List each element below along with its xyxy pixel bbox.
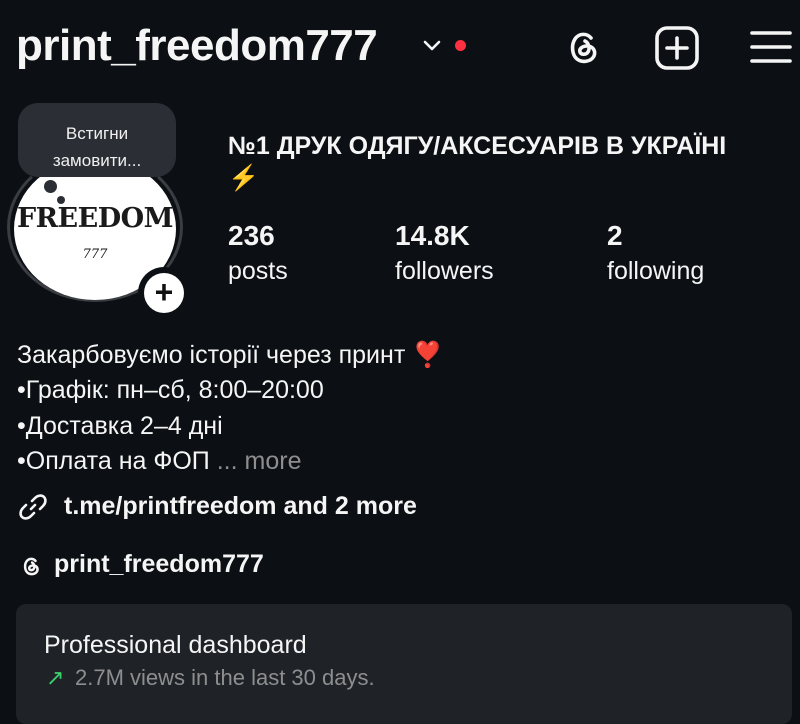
bio-line-text: •Оплата на ФОП xyxy=(17,447,210,475)
threads-icon[interactable] xyxy=(560,24,606,70)
bio-line: •Оплата на ФОП ... more xyxy=(17,444,302,478)
following-label[interactable]: following xyxy=(607,255,704,287)
add-story-button[interactable]: + xyxy=(144,273,184,313)
dashboard-title[interactable]: Professional dashboard xyxy=(44,628,307,662)
add-post-icon[interactable] xyxy=(653,25,701,71)
followers-count[interactable]: 14.8K xyxy=(395,219,470,253)
bio-line: Закарбовуємо історії через принт ❣️ xyxy=(17,341,444,369)
threads-icon xyxy=(23,557,39,576)
chevron-down-icon[interactable] xyxy=(421,36,443,56)
avatar-logo-sub: 777 xyxy=(82,247,108,262)
note-bubble[interactable]: Встигни замовити... xyxy=(18,103,176,177)
note-bubble-tail xyxy=(57,196,65,204)
posts-label[interactable]: posts xyxy=(228,255,288,287)
profile-username[interactable]: print_freedom777 xyxy=(16,18,378,74)
avatar-logo-text: FREEDOM xyxy=(16,203,174,234)
profile-display-name: №1 ДРУК ОДЯГУ/АКСЕСУАРІВ В УКРАЇНІ ⚡ xyxy=(228,132,727,192)
bio-line: •Доставка 2–4 дні xyxy=(17,412,223,440)
bio-ellipsis: ... xyxy=(216,447,238,475)
posts-count[interactable]: 236 xyxy=(228,219,275,253)
notification-dot xyxy=(455,40,466,51)
followers-label[interactable]: followers xyxy=(395,255,494,287)
link-text[interactable]: t.me/printfreedom and 2 more xyxy=(64,489,417,523)
threads-handle[interactable]: print_freedom777 xyxy=(54,547,264,581)
following-count[interactable]: 2 xyxy=(607,219,623,253)
bio-more-link[interactable]: more xyxy=(245,447,302,475)
bio-line: •Графік: пн–сб, 8:00–20:00 xyxy=(17,376,324,404)
menu-icon[interactable] xyxy=(749,27,793,67)
link-icon xyxy=(19,494,47,520)
note-bubble-tail xyxy=(44,180,57,193)
trend-up-icon: ↗ xyxy=(46,665,65,690)
dashboard-subtitle: 2.7M views in the last 30 days. xyxy=(75,665,375,690)
